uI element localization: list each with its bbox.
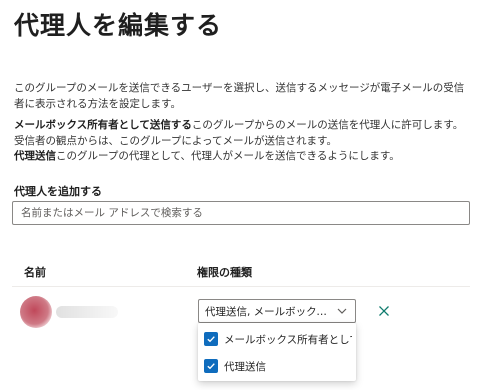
remove-delegate-button[interactable]: [376, 303, 392, 319]
send-as-option-label: メールボックス所有者として送...: [224, 333, 352, 346]
permission-option-send-on-behalf[interactable]: 代理送信: [198, 353, 356, 379]
send-as-description: メールボックス所有者として送信するこのグループからのメールの送信を代理人に許可し…: [14, 117, 470, 149]
permission-type-dropdown[interactable]: 代理送信, メールボックス所...: [198, 299, 356, 323]
column-header-name: 名前: [24, 266, 46, 279]
checkmark-icon: [207, 363, 215, 370]
page-title: 代理人を編集する: [14, 11, 223, 40]
avatar: [20, 296, 52, 328]
permission-menu: メールボックス所有者として送... 代理送信: [198, 323, 356, 381]
column-header-permission: 権限の種類: [197, 266, 252, 279]
add-delegate-label: 代理人を追加する: [14, 185, 102, 198]
permission-option-send-as[interactable]: メールボックス所有者として送...: [198, 326, 356, 352]
send-on-behalf-option-label: 代理送信: [224, 360, 266, 373]
chevron-down-icon: [335, 304, 349, 318]
send-on-behalf-text: このグループの代理として、代理人がメールを送信できるようにします。: [56, 150, 400, 162]
delegate-name-redacted: [56, 306, 118, 318]
send-on-behalf-checkbox[interactable]: [204, 359, 218, 373]
send-as-checkbox[interactable]: [204, 332, 218, 346]
header-divider: [12, 286, 470, 287]
permission-type-value: 代理送信, メールボックス所...: [205, 305, 335, 318]
close-icon: [379, 306, 389, 316]
checkmark-icon: [207, 336, 215, 343]
send-on-behalf-term: 代理送信: [14, 150, 56, 162]
send-as-term: メールボックス所有者として送信する: [14, 119, 192, 131]
send-on-behalf-description: 代理送信このグループの代理として、代理人がメールを送信できるようにします。: [14, 148, 470, 164]
intro-text: このグループのメールを送信できるユーザーを選択し、送信するメッセージが電子メール…: [14, 82, 465, 110]
delegate-search-input[interactable]: [12, 201, 470, 225]
